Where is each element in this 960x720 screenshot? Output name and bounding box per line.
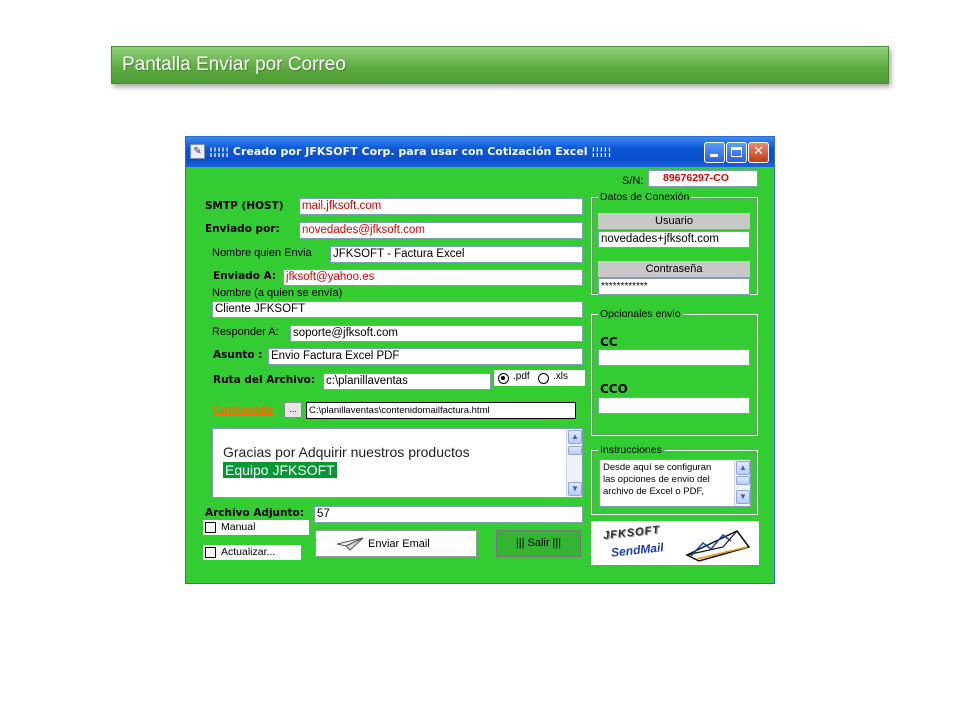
instrucciones-title: Instrucciones (598, 444, 664, 457)
usuario-header: Usuario (598, 213, 750, 230)
minimize-button[interactable] (704, 142, 725, 163)
conexion-group: Datos de Conexión Usuario novedades+jfks… (591, 191, 758, 295)
sendmail-logo: JFKSOFT SendMail (591, 521, 759, 565)
paper-plane-icon (336, 537, 364, 551)
nombre-envia-label: Nombre quien Envia (212, 247, 312, 259)
instrucciones-textarea[interactable]: Desde aquí se configuran las opciones de… (599, 459, 751, 507)
asunto-label: Asunto : (213, 349, 263, 361)
actualizar-option[interactable]: Actualizar... (203, 545, 301, 560)
instr-scroll-thumb[interactable] (736, 476, 750, 485)
enviado-por-label: Enviado por: (205, 223, 280, 235)
message-line-1: Gracias por Adquirir nuestros productos (223, 444, 470, 460)
nombre-envia-field[interactable]: JFKSOFT - Factura Excel (330, 246, 583, 263)
serial-field[interactable]: 89676297-CO (648, 170, 758, 187)
usuario-field[interactable]: novedades+jfksoft.com (598, 231, 750, 248)
send-mail-window: ✎ ¦¦¦¦¦ Creado por JFKSOFT Corp. para us… (185, 136, 775, 584)
manual-label: Manual (221, 521, 256, 533)
maximize-button[interactable] (726, 142, 747, 163)
contrasena-header: Contraseña (598, 261, 750, 278)
message-scrollbar[interactable]: ▲ ▼ (566, 429, 582, 497)
scroll-down-icon[interactable]: ▼ (568, 482, 582, 496)
logo-text-top: JFKSOFT (602, 524, 661, 542)
app-icon: ✎ (190, 144, 205, 159)
xls-radio[interactable] (538, 373, 549, 384)
manual-checkbox[interactable] (205, 522, 216, 533)
cc-field[interactable] (598, 349, 750, 366)
contenido-path-field[interactable]: C:\planillaventas\contenidomailfactura.h… (306, 402, 576, 419)
logo-text-bottom: SendMail (610, 540, 665, 560)
instrucciones-line-2: las opciones de envio del (603, 474, 710, 485)
window-title: ¦¦¦¦¦ Creado por JFKSOFT Corp. para usar… (209, 145, 612, 158)
cco-field[interactable] (598, 397, 750, 414)
enviado-por-field[interactable]: novedades@jfksoft.com (299, 222, 583, 239)
instr-scroll-down-icon[interactable]: ▼ (736, 490, 750, 504)
instr-scroll-up-icon[interactable]: ▲ (736, 461, 750, 475)
opcionales-group: Opcionales envio CC CCO (591, 308, 758, 436)
actualizar-checkbox[interactable] (205, 547, 216, 558)
ruta-label: Ruta del Archivo: (213, 374, 316, 386)
xls-label: .xls (553, 371, 568, 382)
contenido-browse-button[interactable]: ... (284, 402, 302, 418)
contenido-link[interactable]: Contenido (213, 404, 273, 416)
responder-field[interactable]: soporte@jfksoft.com (290, 325, 583, 342)
window-titlebar[interactable]: ✎ ¦¦¦¦¦ Creado por JFKSOFT Corp. para us… (186, 137, 774, 167)
enviado-a-field[interactable]: jfksoft@yahoo.es (283, 269, 583, 286)
instrucciones-scrollbar[interactable]: ▲ ▼ (734, 460, 750, 506)
format-options: .pdf .xls (494, 370, 585, 386)
enviado-a-label: Enviado A: (213, 270, 277, 282)
responder-label: Responder A: (212, 326, 279, 338)
serial-label: S/N: (622, 175, 644, 187)
adjunto-field[interactable]: 57 (314, 506, 583, 523)
scroll-up-icon[interactable]: ▲ (568, 430, 582, 444)
message-textarea[interactable]: Gracias por Adquirir nuestros productos … (212, 428, 583, 498)
adjunto-label: Archivo Adjunto: (205, 507, 304, 519)
slide-title: Pantalla Enviar por Correo (111, 46, 889, 84)
cc-label: CC (600, 335, 618, 349)
instrucciones-group: Instrucciones Desde aquí se configuran l… (591, 444, 758, 515)
opcionales-title: Opcionales envio (598, 308, 683, 321)
smtp-label: SMTP (HOST) (205, 200, 284, 212)
close-button[interactable]: ✕ (748, 142, 769, 163)
actualizar-label: Actualizar... (221, 546, 276, 558)
instrucciones-line-3: archivo de Excel o PDF, (603, 486, 704, 497)
pdf-radio[interactable] (498, 373, 509, 384)
enviar-email-button[interactable]: Enviar Email (315, 530, 477, 557)
conexion-title: Datos de Conexión (598, 191, 692, 204)
salir-button[interactable]: ||| Salir ||| (496, 530, 581, 557)
enviar-email-label: Enviar Email (368, 538, 430, 550)
pdf-label: .pdf (513, 371, 530, 382)
envelope-icon (685, 530, 751, 562)
scroll-thumb[interactable] (568, 446, 582, 455)
nombre-destino-field[interactable]: Cliente JFKSOFT (212, 301, 583, 318)
contrasena-field[interactable]: ************ (598, 278, 750, 295)
asunto-field[interactable]: Envio Factura Excel PDF (268, 348, 583, 365)
smtp-field[interactable]: mail.jfksoft.com (299, 198, 583, 215)
ruta-field[interactable]: c:\planillaventas (323, 373, 491, 390)
manual-option[interactable]: Manual (203, 520, 309, 535)
message-line-2: Equipo JFKSOFT (223, 462, 337, 478)
cco-label: CCO (600, 382, 628, 396)
nombre-destino-label: Nombre (a quien se envía) (212, 287, 343, 299)
instrucciones-line-1: Desde aquí se configuran (603, 462, 712, 473)
